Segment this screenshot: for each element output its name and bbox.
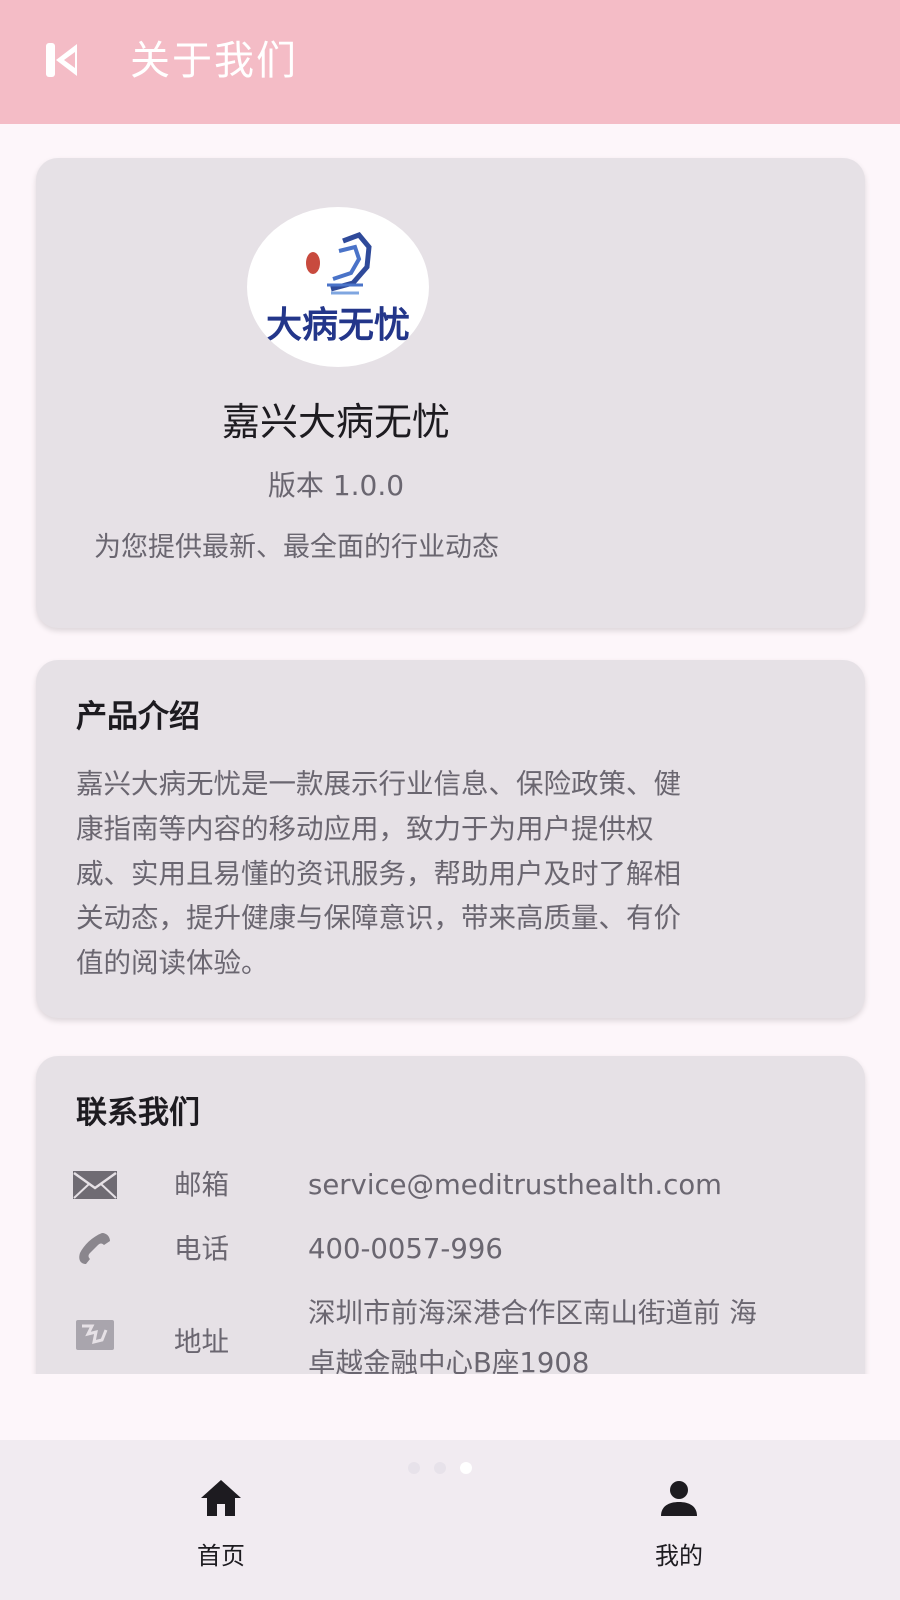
- contact-email-row[interactable]: 邮箱 service@meditrusthealth.com: [72, 1160, 842, 1210]
- app-name: 嘉兴大病无忧: [221, 400, 450, 444]
- mail-icon: [73, 1171, 117, 1199]
- contact-address-value[interactable]: 深圳市前海深港合作区南山街道前 海 卓越金融中心B座1908: [308, 1288, 838, 1374]
- intro-text: 嘉兴大病无忧是一款展示行业信息、保险政策、健 康指南等内容的移动应用，致力于为用…: [76, 762, 796, 986]
- home-icon: [201, 1480, 241, 1516]
- nav-item-home[interactable]: 首页: [121, 1440, 321, 1600]
- page-dot: [434, 1462, 446, 1474]
- product-intro-card: 产品介绍 嘉兴大病无忧是一款展示行业信息、保险政策、健 康指南等内容的移动应用，…: [36, 660, 865, 1018]
- contact-phone-row[interactable]: 电话 400-0057-996: [72, 1224, 842, 1274]
- intro-line: 威、实用且易懂的资讯服务，帮助用户及时了解相: [76, 857, 681, 890]
- person-icon: [661, 1481, 697, 1516]
- page-dot-active: [460, 1462, 472, 1474]
- contact-title: 联系我们: [76, 1095, 200, 1131]
- app-slogan: 为您提供最新、最全面的行业动态: [94, 532, 499, 563]
- address-line: 深圳市前海深港合作区南山街道前 海: [308, 1297, 757, 1329]
- app-info-card: 大病无忧 嘉兴大病无忧 版本 1.0.0 为您提供最新、最全面的行业动态: [36, 158, 865, 628]
- address-line: 卓越金融中心B座1908: [308, 1347, 590, 1374]
- top-app-bar: 关于我们: [0, 0, 900, 124]
- contact-email-value[interactable]: service@meditrusthealth.com: [308, 1160, 838, 1210]
- nav-item-mine[interactable]: 我的: [579, 1440, 779, 1600]
- phone-icon: [79, 1233, 110, 1264]
- contact-address-label: 地址: [174, 1326, 229, 1358]
- page-indicator: [408, 1460, 488, 1476]
- intro-title: 产品介绍: [76, 699, 200, 735]
- page-dot: [408, 1462, 420, 1474]
- nav-label-home: 首页: [197, 1542, 245, 1570]
- intro-line: 嘉兴大病无忧是一款展示行业信息、保险政策、健: [76, 768, 681, 800]
- content-scroll-area[interactable]: 大病无忧 嘉兴大病无忧 版本 1.0.0 为您提供最新、最全面的行业动态 产品介…: [0, 124, 900, 1374]
- logo-wordmark: 大病无忧: [266, 305, 410, 346]
- map-icon: [76, 1320, 114, 1350]
- back-button[interactable]: [44, 41, 82, 79]
- contact-email-label: 邮箱: [174, 1169, 229, 1201]
- contact-card: 联系我们 邮箱 service@meditrusthealth.com 电话 4…: [36, 1056, 865, 1374]
- app-version: 版本 1.0.0: [267, 469, 405, 502]
- nav-label-mine: 我的: [655, 1542, 703, 1570]
- page-title: 关于我们: [130, 38, 298, 84]
- app-logo: 大病无忧: [247, 207, 429, 367]
- intro-line: 值的阅读体验。: [76, 947, 269, 980]
- intro-line: 康指南等内容的移动应用，致力于为用户提供权: [76, 812, 654, 845]
- contact-phone-value[interactable]: 400-0057-996: [308, 1224, 838, 1274]
- back-arrow-icon: [46, 43, 77, 77]
- intro-line: 关动态，提升健康与保障意识，带来高质量、有价: [76, 902, 681, 935]
- contact-address-row[interactable]: 地址 深圳市前海深港合作区南山街道前 海 卓越金融中心B座1908: [72, 1288, 842, 1374]
- contact-phone-label: 电话: [174, 1233, 229, 1265]
